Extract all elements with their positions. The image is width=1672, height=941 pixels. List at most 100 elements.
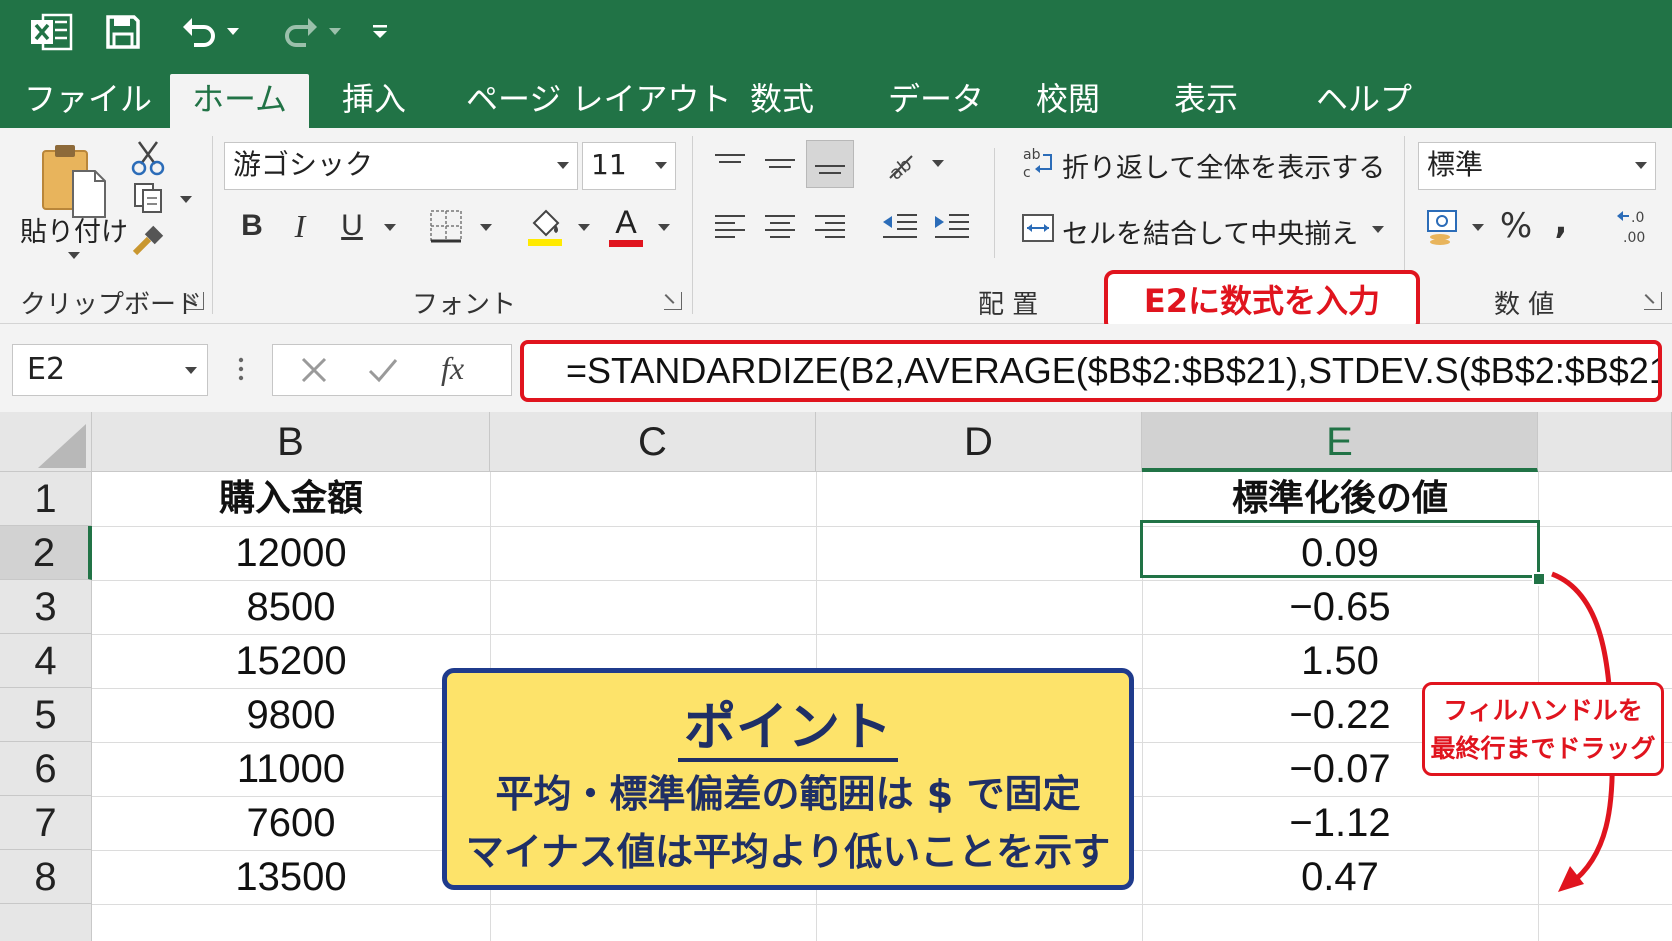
- tab-file[interactable]: ファイル: [24, 74, 152, 128]
- undo-dropdown-icon[interactable]: [224, 10, 242, 54]
- clipboard-launcher-icon[interactable]: [186, 292, 204, 310]
- column-header-b[interactable]: B: [92, 412, 490, 472]
- enter-icon[interactable]: [367, 355, 399, 389]
- italic-button[interactable]: I: [282, 204, 318, 248]
- borders-icon[interactable]: [426, 206, 466, 246]
- increase-indent-icon[interactable]: [932, 206, 972, 246]
- underline-dropdown-icon[interactable]: [384, 224, 396, 231]
- number-format-select[interactable]: 標準: [1418, 142, 1656, 190]
- cell-b4[interactable]: 15200: [92, 634, 490, 688]
- row-header-8[interactable]: 8: [0, 850, 92, 904]
- cell-e3[interactable]: −0.65: [1142, 580, 1538, 634]
- font-size-select[interactable]: 11: [582, 142, 676, 190]
- group-divider: [994, 148, 995, 258]
- undo-icon[interactable]: [176, 10, 222, 54]
- cell-b5[interactable]: 9800: [92, 688, 490, 742]
- fill-color-icon[interactable]: [524, 204, 566, 248]
- tab-help[interactable]: ヘルプ: [1316, 74, 1412, 128]
- column-header-blank[interactable]: [1538, 412, 1672, 472]
- save-icon[interactable]: [100, 10, 146, 54]
- font-color-swatch: [609, 240, 643, 247]
- point-line-2: マイナス値は平均より低いことを示す: [465, 830, 1111, 874]
- fill-color-dropdown-icon[interactable]: [578, 224, 590, 231]
- column-header-c[interactable]: C: [490, 412, 816, 472]
- cell-b2[interactable]: 12000: [92, 526, 490, 580]
- font-color-button[interactable]: A: [604, 204, 648, 248]
- align-right-icon[interactable]: [810, 206, 850, 246]
- formula-input[interactable]: =STANDARDIZE(B2,AVERAGE($B$2:$B$21),STDE…: [520, 340, 1662, 402]
- font-launcher-icon[interactable]: [664, 292, 682, 310]
- cell-b8[interactable]: 13500: [92, 850, 490, 904]
- formula-bar: E2 fx =STANDARDIZE(B2,AVERAGE($B$2:$B$21…: [0, 324, 1672, 412]
- row-header-2[interactable]: 2: [0, 526, 92, 580]
- tab-view[interactable]: 表示: [1174, 74, 1238, 128]
- font-group-label: フォント: [412, 290, 517, 320]
- cell-b1[interactable]: 購入金額: [92, 472, 490, 526]
- merge-dropdown-icon[interactable]: [1372, 226, 1384, 233]
- font-name-select[interactable]: 游ゴシック: [224, 142, 578, 190]
- insert-function-icon[interactable]: fx: [439, 349, 479, 393]
- wrap-text-icon[interactable]: ab c: [1018, 142, 1058, 186]
- merge-center-button[interactable]: セルを結合して中央揃え: [1062, 212, 1358, 251]
- paste-icon[interactable]: [36, 140, 110, 220]
- column-header-e[interactable]: E: [1142, 412, 1538, 472]
- redo-icon[interactable]: [278, 10, 324, 54]
- percent-style-button[interactable]: %: [1496, 204, 1536, 248]
- excel-logo-icon: [26, 10, 76, 54]
- increase-decimal-icon[interactable]: .0 .00: [1612, 204, 1658, 248]
- cell-e1[interactable]: 標準化後の値: [1142, 472, 1538, 526]
- align-bottom-icon[interactable]: [806, 140, 854, 188]
- accounting-dropdown-icon[interactable]: [1472, 224, 1484, 231]
- alignment-group-label: 配 置: [978, 290, 1039, 320]
- tab-review[interactable]: 校閲: [1036, 74, 1100, 128]
- cell-e4[interactable]: 1.50: [1142, 634, 1538, 688]
- cell-b7[interactable]: 7600: [92, 796, 490, 850]
- align-left-icon[interactable]: [710, 206, 750, 246]
- font-color-dropdown-icon[interactable]: [658, 224, 670, 231]
- row-header-4[interactable]: 4: [0, 634, 92, 688]
- cell-e7[interactable]: −1.12: [1142, 796, 1538, 850]
- borders-dropdown-icon[interactable]: [480, 224, 492, 231]
- cancel-icon[interactable]: [299, 355, 329, 389]
- vertical-dots-icon[interactable]: [238, 354, 244, 384]
- tab-home[interactable]: ホーム: [170, 74, 310, 128]
- cell-e8[interactable]: 0.47: [1142, 850, 1538, 904]
- format-painter-icon[interactable]: [128, 220, 168, 260]
- paste-label[interactable]: 貼り付け: [20, 210, 128, 249]
- paste-dropdown-icon[interactable]: [68, 252, 80, 259]
- tab-page-layout[interactable]: ページ レイアウト: [466, 74, 732, 128]
- row-header-6[interactable]: 6: [0, 742, 92, 796]
- align-top-icon[interactable]: [710, 144, 750, 184]
- tab-formulas[interactable]: 数式: [750, 74, 814, 128]
- comma-style-button[interactable]: ,: [1546, 200, 1576, 244]
- cut-icon[interactable]: [128, 138, 168, 178]
- copy-dropdown-icon[interactable]: [180, 196, 192, 203]
- row-header-7[interactable]: 7: [0, 796, 92, 850]
- merge-center-icon[interactable]: [1018, 208, 1058, 248]
- copy-icon[interactable]: [128, 178, 168, 218]
- cell-b6[interactable]: 11000: [92, 742, 490, 796]
- wrap-text-button[interactable]: 折り返して全体を表示する: [1062, 146, 1385, 185]
- select-all-button[interactable]: [0, 412, 92, 472]
- customize-icon[interactable]: [368, 10, 392, 54]
- orientation-dropdown-icon[interactable]: [932, 160, 944, 167]
- redo-dropdown-icon[interactable]: [326, 10, 344, 54]
- tab-data[interactable]: データ: [888, 74, 984, 128]
- column-header-d[interactable]: D: [816, 412, 1142, 472]
- number-launcher-icon[interactable]: [1644, 292, 1662, 310]
- underline-button[interactable]: U: [334, 204, 370, 248]
- bold-button[interactable]: B: [234, 204, 270, 248]
- row-header-5[interactable]: 5: [0, 688, 92, 742]
- name-box[interactable]: E2: [12, 344, 208, 396]
- select-all-triangle-icon: [38, 424, 86, 468]
- accounting-format-icon[interactable]: [1424, 206, 1468, 250]
- row-header-9[interactable]: [0, 904, 92, 941]
- row-header-3[interactable]: 3: [0, 580, 92, 634]
- align-middle-icon[interactable]: [760, 144, 800, 184]
- decrease-indent-icon[interactable]: [880, 206, 920, 246]
- align-center-icon[interactable]: [760, 206, 800, 246]
- row-header-1[interactable]: 1: [0, 472, 92, 526]
- tab-insert[interactable]: 挿入: [342, 74, 406, 128]
- orientation-icon[interactable]: ab: [878, 142, 922, 186]
- cell-b3[interactable]: 8500: [92, 580, 490, 634]
